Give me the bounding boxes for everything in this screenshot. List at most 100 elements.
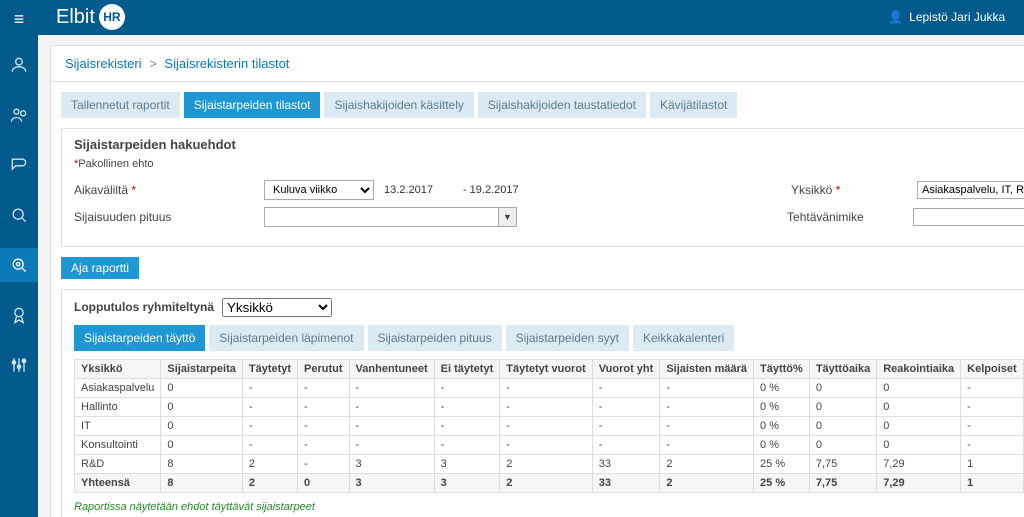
table-cell: 2	[242, 473, 297, 492]
date-from: 13.2.2017	[384, 184, 433, 196]
table-cell: 0 %	[754, 435, 810, 454]
table-cell: -	[242, 435, 297, 454]
group-select[interactable]: Yksikkö	[222, 298, 332, 317]
table-cell: R&D	[75, 454, 161, 473]
table-cell: -	[434, 378, 500, 397]
table-row: R&D82-33233225 %7,757,291150 %	[75, 454, 1024, 473]
brand: Elbit HR	[56, 4, 125, 30]
result-tab[interactable]: Sijaistarpeiden syyt	[506, 325, 629, 351]
table-cell: Konsultointi	[75, 435, 161, 454]
table-cell: 0	[809, 378, 876, 397]
topbar-user[interactable]: 👤 Lepistö Jari Jukka	[888, 10, 1005, 24]
table-cell: 0 %	[754, 416, 810, 435]
table-cell: Hallinto	[75, 397, 161, 416]
table-cell: 2	[660, 454, 754, 473]
nav-icon-2[interactable]	[0, 98, 38, 132]
main-tabs: Tallennetut raportitSijaistarpeiden tila…	[51, 82, 1024, 128]
table-cell: -	[961, 416, 1024, 435]
result-tab[interactable]: Sijaistarpeiden läpimenot	[209, 325, 363, 351]
table-cell: 0	[809, 435, 876, 454]
length-dropdown-icon[interactable]: ▼	[499, 207, 517, 227]
table-cell: 3	[349, 454, 434, 473]
length-input[interactable]	[264, 207, 499, 227]
table-header[interactable]: Sijaistarpeita	[161, 359, 242, 378]
table-cell: 0	[298, 473, 350, 492]
main-tab[interactable]: Tallennetut raportit	[61, 92, 180, 118]
table-cell: 1	[961, 473, 1024, 492]
table-cell: -	[660, 435, 754, 454]
main-tab[interactable]: Sijaishakijoiden taustatiedot	[478, 92, 646, 118]
nav-icon-5-active[interactable]	[0, 248, 38, 282]
search-section: i Sijaistarpeiden hakuehdot *Pakollinen …	[61, 128, 1024, 247]
table-cell: 7,29	[877, 473, 961, 492]
table-cell: -	[298, 378, 350, 397]
table-cell: -	[500, 378, 592, 397]
table-header[interactable]: Täytetyt	[242, 359, 297, 378]
table-cell: -	[592, 397, 660, 416]
group-label: Lopputulos ryhmiteltynä	[74, 300, 214, 314]
result-tab[interactable]: Sijaistarpeiden täyttö	[74, 325, 205, 351]
table-header[interactable]: Vuorot yht	[592, 359, 660, 378]
result-tab[interactable]: Sijaistarpeiden pituus	[368, 325, 502, 351]
table-header[interactable]: Reakointiaika	[877, 359, 961, 378]
table-cell: 0	[809, 416, 876, 435]
table-header[interactable]: Ei täytetyt	[434, 359, 500, 378]
table-cell: 0 %	[754, 378, 810, 397]
nav-icon-6[interactable]	[0, 298, 38, 332]
main-tab[interactable]: Sijaishakijoiden käsittely	[324, 92, 473, 118]
table-header[interactable]: Yksikkö	[75, 359, 161, 378]
table-cell: 3	[349, 473, 434, 492]
nav-icon-7[interactable]	[0, 348, 38, 382]
table-cell: -	[242, 378, 297, 397]
main-tab[interactable]: Sijaistarpeiden tilastot	[184, 92, 321, 118]
breadcrumb-link[interactable]: Sijaisrekisteri	[65, 56, 142, 71]
unit-label: Yksikkö	[791, 183, 832, 197]
table-cell: 0 %	[754, 397, 810, 416]
table-row: Konsultointi0-------0 %00-00 %	[75, 435, 1024, 454]
nav-icon-3[interactable]	[0, 148, 38, 182]
table-cell: -	[592, 378, 660, 397]
table-header[interactable]: Perutut	[298, 359, 350, 378]
title-input[interactable]	[913, 208, 1024, 226]
table-cell: 3	[434, 454, 500, 473]
table-cell: -	[434, 397, 500, 416]
run-report-button[interactable]: Aja raportti	[61, 257, 139, 279]
table-cell: -	[500, 416, 592, 435]
table-cell: -	[242, 397, 297, 416]
table-header[interactable]: Sijaisten määrä	[660, 359, 754, 378]
table-header[interactable]: Täyttöaika	[809, 359, 876, 378]
table-header[interactable]: Kelpoiset	[961, 359, 1024, 378]
table-header[interactable]: Täytetyt vuorot	[500, 359, 592, 378]
brand-hr-badge: HR	[99, 4, 125, 30]
table-cell: -	[660, 397, 754, 416]
unit-input[interactable]	[917, 181, 1024, 199]
user-icon: 👤	[888, 10, 903, 24]
table-cell: 2	[242, 454, 297, 473]
main-tab[interactable]: Kävijätilastot	[650, 92, 737, 118]
table-header[interactable]: Täyttö%	[754, 359, 810, 378]
table-cell: -	[660, 416, 754, 435]
table-row: Hallinto0-------0 %00-00 %	[75, 397, 1024, 416]
table-cell: 0	[877, 378, 961, 397]
table-cell: 0	[809, 397, 876, 416]
table-cell: 2	[500, 454, 592, 473]
nav-icon-1[interactable]	[0, 48, 38, 82]
table-cell: 0	[877, 397, 961, 416]
breadcrumb: Sijaisrekisteri > Sijaisrekisterin tilas…	[51, 46, 1024, 82]
result-section: i Lopputulos ryhmiteltynä Yksikkö Sijais…	[61, 289, 1024, 517]
hamburger-icon[interactable]: ≡	[0, 6, 38, 32]
table-row: Asiakaspalvelu0-------0 %00-00 %	[75, 378, 1024, 397]
table-cell: -	[298, 397, 350, 416]
table-cell: -	[961, 397, 1024, 416]
table-cell: -	[961, 378, 1024, 397]
result-tab[interactable]: Keikkakalenteri	[633, 325, 734, 351]
period-select[interactable]: Kuluva viikko	[264, 180, 374, 200]
brand-text: Elbit	[56, 6, 95, 29]
nav-icon-4[interactable]	[0, 198, 38, 232]
result-tabs: Sijaistarpeiden täyttöSijaistarpeiden lä…	[74, 325, 1024, 351]
table-cell: 7,75	[809, 473, 876, 492]
table-cell: Yhteensä	[75, 473, 161, 492]
period-label: Aikaväliltä	[74, 183, 128, 197]
table-header[interactable]: Vanhentuneet	[349, 359, 434, 378]
table-cell: -	[349, 416, 434, 435]
